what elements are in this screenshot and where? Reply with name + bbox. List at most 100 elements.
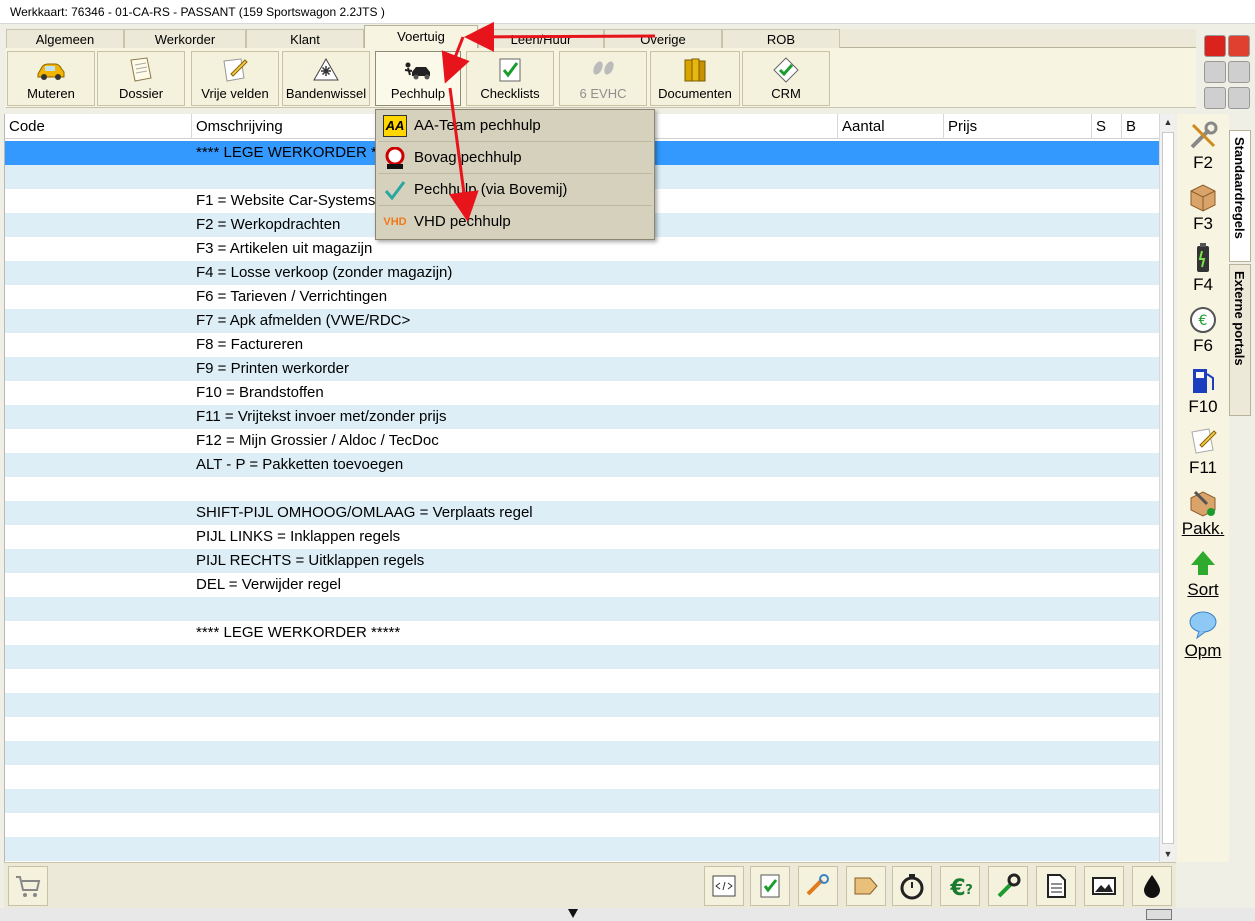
scroll-thumb[interactable] (1162, 132, 1174, 844)
table-row[interactable]: F7 = Apk afmelden (VWE/RDC> (5, 309, 1161, 333)
table-row[interactable]: F11 = Vrijtekst invoer met/zonder prijs (5, 405, 1161, 429)
check-document-button[interactable] (750, 866, 790, 906)
tab-externe-portals[interactable]: Externe portals (1229, 264, 1251, 416)
tab-klant[interactable]: Klant (246, 29, 364, 48)
bandenwissel-button[interactable]: Bandenwissel (282, 51, 370, 106)
opm-button[interactable]: Opm (1177, 604, 1229, 662)
code-window-icon (712, 875, 736, 897)
checklist-icon (499, 58, 521, 82)
table-row[interactable]: F12 = Mijn Grossier / Aldoc / TecDoc (5, 429, 1161, 453)
pricing-button[interactable]: €? (940, 866, 980, 906)
oil-drop-icon (1144, 875, 1160, 898)
arrow-up-icon (1191, 551, 1215, 575)
tab-leen-huur[interactable]: Leen/Huur (478, 29, 604, 48)
table-row[interactable]: DEL = Verwijder regel (5, 573, 1161, 597)
tab-standaardregels[interactable]: Standaardregels (1229, 130, 1251, 262)
tab-werkorder[interactable]: Werkorder (124, 29, 246, 48)
wrench-button[interactable] (988, 866, 1028, 906)
f6-button[interactable]: € F6 (1177, 299, 1229, 357)
f10-button[interactable]: F10 (1177, 360, 1229, 418)
evhc-button[interactable]: 6 EVHC (559, 51, 647, 106)
table-row[interactable]: SHIFT-PIJL OMHOOG/OMLAAG = Verplaats reg… (5, 501, 1161, 525)
tab-algemeen[interactable]: Algemeen (6, 29, 124, 48)
f2-button[interactable]: F2 (1177, 116, 1229, 174)
row-description: F3 = Artikelen uit magazijn (196, 240, 373, 257)
row-description: **** LEGE WERKORDER ***** (196, 624, 401, 641)
checklists-button[interactable]: Checklists (466, 51, 554, 106)
cart-button[interactable] (8, 866, 48, 906)
table-row[interactable]: ALT - P = Pakketten toevoegen (5, 453, 1161, 477)
table-row[interactable]: PIJL LINKS = Inklappen regels (5, 525, 1161, 549)
code-button[interactable] (704, 866, 744, 906)
table-row[interactable] (5, 645, 1161, 669)
tire-label-button[interactable] (846, 866, 886, 906)
crm-button[interactable]: CRM (742, 51, 830, 106)
scroll-down-icon[interactable]: ▼ (1160, 846, 1176, 862)
table-row[interactable] (5, 669, 1161, 693)
table-row[interactable]: F3 = Artikelen uit magazijn (5, 237, 1161, 261)
tab-rob[interactable]: ROB (722, 29, 840, 48)
wrench-icon (997, 873, 1021, 898)
row-description: F10 = Brandstoffen (196, 384, 324, 401)
muteren-button[interactable]: Muteren (7, 51, 95, 106)
pechhulp-button[interactable]: Pechhulp (375, 51, 461, 106)
lock-icon[interactable] (1204, 87, 1226, 109)
table-row[interactable] (5, 477, 1161, 501)
table-row[interactable] (5, 837, 1161, 861)
battery-icon (1197, 243, 1209, 272)
f11-button[interactable]: F11 (1177, 421, 1229, 479)
tab-voertuig[interactable]: Voertuig (364, 25, 478, 48)
resize-grip-icon[interactable] (1146, 909, 1172, 920)
f3-label: F3 (1193, 214, 1213, 233)
table-row[interactable] (5, 765, 1161, 789)
dossier-button[interactable]: Dossier (97, 51, 185, 106)
evhc-label: 6 EVHC (579, 86, 627, 101)
table-row[interactable]: **** LEGE WERKORDER ***** (5, 621, 1161, 645)
table-row[interactable] (5, 693, 1161, 717)
eraser-icon[interactable] (1228, 87, 1250, 109)
col-s[interactable]: S (1092, 114, 1122, 139)
table-row[interactable]: F10 = Brandstoffen (5, 381, 1161, 405)
pakk-button[interactable]: Pakk. (1177, 482, 1229, 540)
vrije-velden-button[interactable]: Vrije velden (191, 51, 279, 106)
tab-overige[interactable]: Overige (604, 29, 722, 48)
collapse-arrow-icon[interactable] (567, 908, 579, 919)
check-icon[interactable] (1204, 61, 1226, 83)
f3-button[interactable]: F3 (1177, 177, 1229, 235)
parts-button[interactable] (798, 866, 838, 906)
tools-icon[interactable] (1204, 35, 1226, 57)
table-row[interactable]: F6 = Tarieven / Verrichtingen (5, 285, 1161, 309)
vertical-scrollbar[interactable]: ▲ ▼ (1159, 114, 1175, 862)
f4-button[interactable]: F4 (1177, 238, 1229, 296)
table-row[interactable]: F9 = Printen werkorder (5, 357, 1161, 381)
table-row[interactable] (5, 741, 1161, 765)
documenten-button[interactable]: Documenten (650, 51, 740, 106)
table-row[interactable] (5, 813, 1161, 837)
scroll-up-icon[interactable]: ▲ (1160, 114, 1176, 130)
close-icon[interactable] (1228, 35, 1250, 57)
timer-button[interactable] (892, 866, 932, 906)
table-row[interactable]: F8 = Factureren (5, 333, 1161, 357)
document-button[interactable] (1036, 866, 1076, 906)
table-row[interactable] (5, 597, 1161, 621)
table-row[interactable] (5, 717, 1161, 741)
f10-label: F10 (1188, 397, 1218, 416)
table-row[interactable] (5, 789, 1161, 813)
stopwatch-icon (900, 874, 924, 900)
photos-button[interactable] (1084, 866, 1124, 906)
menu-item-aa-team[interactable]: AA AA-Team pechhulp (378, 111, 652, 142)
menu-item-bovag[interactable]: Bovag pechhulp (378, 143, 652, 174)
oil-button[interactable] (1132, 866, 1172, 906)
menu-item-bovemij[interactable]: Pechhulp (via Bovemij) (378, 175, 652, 206)
col-aantal[interactable]: Aantal (838, 114, 944, 139)
sort-button[interactable]: Sort (1177, 543, 1229, 601)
menu-item-vhd[interactable]: VHD VHD pechhulp (378, 207, 652, 238)
col-prijs[interactable]: Prijs (944, 114, 1092, 139)
table-row[interactable]: F4 = Losse verkoop (zonder magazijn) (5, 261, 1161, 285)
col-code[interactable]: Code (5, 114, 192, 139)
check-all-icon[interactable] (1228, 61, 1250, 83)
folder-document-icon (130, 57, 152, 82)
breakdown-car-icon (404, 62, 430, 80)
col-b[interactable]: B (1122, 114, 1161, 139)
table-row[interactable]: PIJL RECHTS = Uitklappen regels (5, 549, 1161, 573)
